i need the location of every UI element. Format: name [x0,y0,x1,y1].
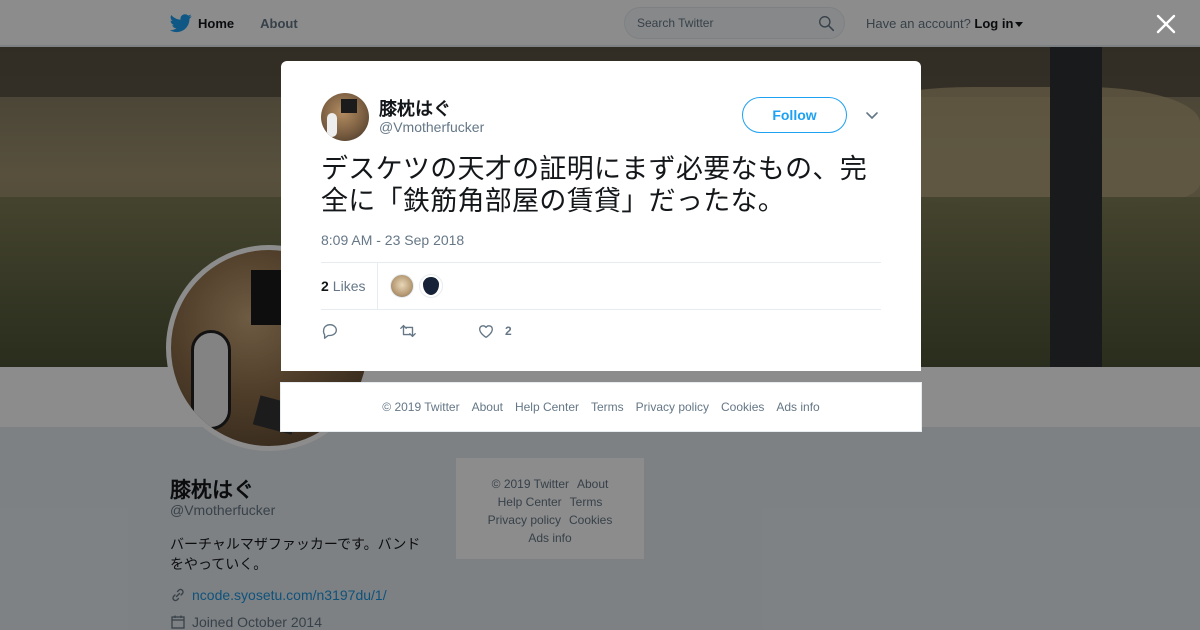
tweet-text: デスケツの天才の証明にまず必要なもの、完全に「鉄筋角部屋の賃貸」だったな。 [321,154,867,216]
modal-footer: © 2019 Twitter About Help Center Terms P… [280,382,922,432]
retweet-button[interactable] [399,322,417,340]
tweet-author-handle[interactable]: @Vmotherfucker [379,119,484,135]
tweet-actions: 2 [321,320,572,342]
heart-icon [479,325,493,338]
like-button[interactable]: 2 [477,322,512,340]
follow-button[interactable]: Follow [742,97,847,133]
footer-terms[interactable]: Terms [591,400,624,414]
likes-count-number: 2 [321,278,329,294]
close-icon[interactable] [1155,13,1177,35]
chevron-down-icon[interactable] [864,107,880,123]
footer-privacy[interactable]: Privacy policy [636,400,709,414]
tweet-author-name[interactable]: 膝枕はぐ [379,95,451,121]
tweet-timestamp[interactable]: 8:09 AM - 23 Sep 2018 [321,232,464,248]
likers-list [390,274,448,298]
liker-avatar[interactable] [419,274,444,298]
reply-button[interactable] [321,322,339,340]
likes-count[interactable]: 2 Likes [321,262,379,310]
footer-about[interactable]: About [472,400,503,414]
tweet-modal: 膝枕はぐ @Vmotherfucker Follow デスケツの天才の証明にまず… [281,61,921,371]
footer-cookies[interactable]: Cookies [721,400,764,414]
reply-icon [322,324,337,339]
tweet-author-avatar[interactable] [321,93,369,141]
footer-copyright: © 2019 Twitter [382,400,460,414]
like-count: 2 [505,324,512,338]
liker-avatar[interactable] [390,274,415,298]
footer-help[interactable]: Help Center [515,400,579,414]
likes-count-label: Likes [332,278,366,294]
retweet-icon [400,324,416,338]
footer-ads[interactable]: Ads info [776,400,819,414]
tweet-stats: 2 Likes [321,262,881,310]
